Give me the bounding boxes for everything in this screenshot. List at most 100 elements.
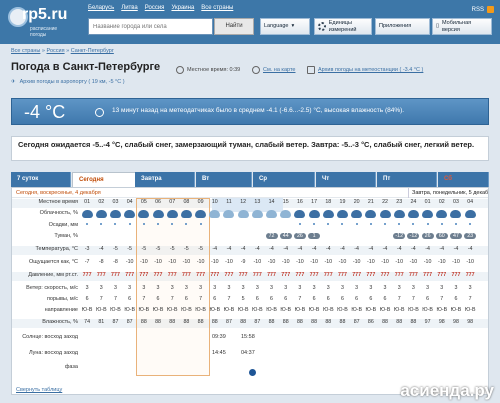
tab-7days[interactable]: 7 суток [11,172,71,187]
cell-direction: Ю-В [422,307,433,313]
tab-wed[interactable]: Ср [253,172,315,187]
cell-humidity: 88 [155,319,161,325]
mobile-label: Мобильная версия [442,19,472,33]
tab-thu[interactable]: Чт [316,172,376,187]
tab-tomorrow[interactable]: Завтра [135,172,195,187]
country-link-russia[interactable]: Россия [145,5,165,11]
day-header: Сегодня, воскресенье, 4 декабря Завтра, … [12,188,488,198]
cell-feels: -10 [281,259,290,265]
find-button[interactable]: Найти [214,18,254,35]
rss-link[interactable]: RSS [472,6,494,13]
cell-fog [350,233,364,239]
row-label-direction: направление [44,307,78,313]
cell-fog [80,233,94,239]
snowflake-icon [86,223,89,225]
cell-pressure: 777 [196,272,206,278]
cell-fog [236,233,250,239]
language-button[interactable]: Language ▾ [260,18,310,35]
tab-today[interactable]: Сегодня [72,172,144,187]
airport-archive-link[interactable]: ✈ Архив погоды в аэропорту ( 19 км, -5 °C… [11,79,125,85]
cell-humidity: 88 [240,319,247,325]
local-time: Местное время: 0:39 [176,66,240,74]
tab-tue[interactable]: Вт [196,172,252,187]
cell-humidity: 88 [325,319,332,325]
cell-time: 20 [353,199,360,205]
cloud-shape [351,210,363,218]
breadcrumb-city[interactable]: Санкт-Петербург [71,48,114,54]
precip-icon [463,222,477,225]
cell-pressure: 777 [82,272,92,278]
snowflake-icon [298,223,301,225]
cloud-shape [251,210,263,218]
precip-icon [208,222,222,225]
airport-archive-label[interactable]: Архив погоды в аэропорту ( 19 км, -5 °C … [20,79,125,85]
cloud-icon [208,210,222,218]
cell-feels: -9 [240,259,246,265]
cell-humidity: 88 [183,319,190,325]
search-input[interactable] [88,18,213,35]
cell-pressure: 777 [153,272,163,278]
cell-pressure: 777 [323,272,333,278]
units-button[interactable]: Единицы измерений [314,18,372,35]
cell-wind_speed: 3 [85,285,89,291]
cell-humidity: 88 [311,319,318,325]
cell-humidity: 98 [453,319,459,325]
cell-direction: Ю-В [436,307,448,313]
cell-feels: -10 [452,259,460,265]
cell-fog [151,233,165,239]
fog-value: 44 [279,233,292,239]
cell-time: 03 [453,199,459,205]
row-label-time: Местное время [38,199,78,205]
cell-pressure: 777 [210,272,220,278]
row-label-moon: Луна: восход заход [28,350,78,356]
row-cells-humidity: 74 81 87 87 88 88 88 88 88 88 87 88 87 88 88 88 88 88 88 87… [80,319,477,325]
cell-fog: 26 [293,233,307,239]
station-archive-link[interactable]: Архив погоды на метеостанции ( -3.4 °C ) [307,66,423,74]
map-label[interactable]: См. на карте [263,67,295,73]
apps-button[interactable]: Приложения [375,18,430,35]
apps-label: Приложения [379,23,412,29]
cell-temp: -5 [184,246,189,252]
cell-pressure: 777 [437,272,447,278]
breadcrumb-all[interactable]: Все страны [11,48,40,54]
cell-fog [194,233,208,239]
precip-icon [364,222,378,225]
cell-gusts: 5 [241,296,245,302]
map-link[interactable]: См. на карте [252,66,295,74]
cell-gusts: 7 [397,296,401,302]
snowflake-icon [185,223,188,225]
cell-direction: Ю-В [95,307,107,313]
fog-value: 60 [435,233,448,239]
country-link-lithuania[interactable]: Литва [121,5,138,11]
breadcrumb-russia[interactable]: Россия [47,48,65,54]
country-link-all[interactable]: Все страны [201,5,233,11]
cell-humidity: 87 [126,319,133,325]
cloud-icon [293,210,307,218]
cloud-icon [194,210,208,218]
cell-humidity: 87 [353,319,360,325]
country-link-belarus[interactable]: Беларусь [88,5,114,11]
cell-gusts: 7 [99,296,103,302]
cloud-shape [237,210,249,218]
precip-icon [194,222,208,225]
country-link-ukraine[interactable]: Украина [171,5,194,11]
tab-fri[interactable]: Пт [377,172,437,187]
cell-wind_speed: 3 [170,285,174,291]
cell-pressure: 777 [295,272,305,278]
cell-pressure: 777 [125,272,135,278]
cell-feels: -8 [98,259,104,265]
tab-sat[interactable]: Сб [438,172,489,187]
cell-humidity: 97 [424,319,431,325]
collapse-table-link[interactable]: Свернуть таблицу [16,387,62,393]
precip-icon [421,222,435,225]
current-temp: -4 °C [24,102,66,122]
cell-humidity: 88 [211,319,218,325]
cell-temp: -4 [98,246,104,252]
rp5-logo[interactable]: rp5.ru расписание погоды [8,4,68,40]
cell-temp: -4 [340,246,345,252]
cell-temp: -5 [113,246,118,252]
mobile-version-button[interactable]: ▯ Мобильная версия [432,18,492,35]
station-archive-label[interactable]: Архив погоды на метеостанции ( -3.4 °C ) [318,67,423,73]
cell-direction: Ю-В [294,307,306,313]
cell-fog: 60 [435,233,449,239]
